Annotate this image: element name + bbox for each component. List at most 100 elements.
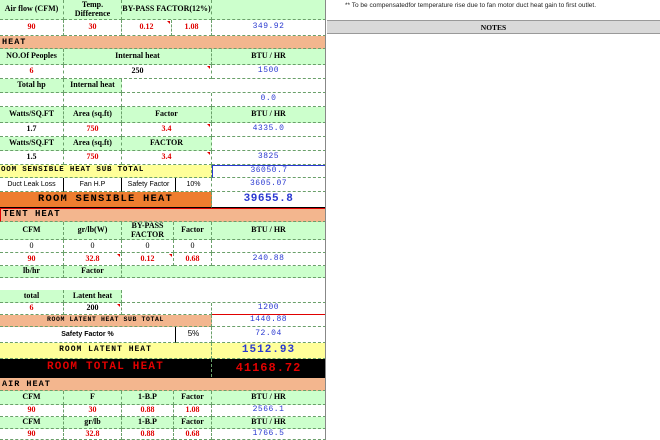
- lbhr-blank-header[interactable]: [122, 266, 325, 278]
- room-latent-label[interactable]: ROOM LATENT HEAT: [0, 343, 212, 359]
- lighting-area-header[interactable]: Area (sq.ft): [64, 107, 122, 123]
- latent-btu-value[interactable]: 240.88: [212, 253, 325, 266]
- air-btu-header[interactable]: BTU / HR: [212, 391, 325, 405]
- people-header[interactable]: NO.Of Peoples: [0, 49, 64, 65]
- temp-diff-value[interactable]: 30: [64, 20, 122, 36]
- air-factor-value[interactable]: 1.08: [174, 405, 212, 417]
- air-latent-bp-value[interactable]: 0.88: [122, 429, 174, 440]
- hp-internal-heat-value[interactable]: [64, 93, 122, 107]
- air-latent-btu-header[interactable]: BTU / HR: [212, 417, 325, 429]
- latent-safety-label[interactable]: Safety Factor %: [0, 327, 176, 343]
- latent-section-title[interactable]: TENT HEAT: [0, 208, 325, 222]
- latent-cfm-value[interactable]: 90: [0, 253, 64, 266]
- equipment-area-header[interactable]: Area (sq.ft): [64, 137, 122, 151]
- latent-zero-bypass[interactable]: 0: [122, 240, 174, 253]
- lbhr-blank-cell[interactable]: [0, 278, 325, 290]
- latent-people-count[interactable]: 6: [0, 303, 64, 315]
- lighting-btu-value[interactable]: 4335.0: [212, 123, 325, 137]
- airflow-header[interactable]: Air flow (CFM): [0, 0, 64, 20]
- latent-subtotal-label[interactable]: ROOM LATENT HEAT SUB TOTAL: [0, 315, 212, 327]
- air-cfm-value[interactable]: 90: [0, 405, 64, 417]
- people-internal-heat-value[interactable]: 250: [64, 65, 212, 79]
- latent-bypass-header[interactable]: BY-PASS FACTOR: [122, 222, 174, 240]
- equipment-area-value[interactable]: 750: [64, 151, 122, 165]
- latent-people-heat[interactable]: 200: [64, 303, 122, 315]
- people-btu-header[interactable]: BTU / HR: [212, 49, 325, 65]
- factor-value[interactable]: 1.08: [172, 20, 212, 36]
- air-latent-grlb-header[interactable]: gr/lb: [64, 417, 122, 429]
- equipment-factor-header[interactable]: FACTOR: [122, 137, 212, 151]
- air-latent-cfm-header[interactable]: CFM: [0, 417, 64, 429]
- air-latent-factor-header[interactable]: Factor: [174, 417, 212, 429]
- hp-btu-value[interactable]: 0.0: [212, 93, 325, 107]
- latent-people-blank-header[interactable]: [122, 290, 325, 303]
- duct-leak-label[interactable]: Duct Leak Loss: [0, 178, 64, 192]
- air-factor-header[interactable]: Factor: [174, 391, 212, 405]
- lbhr-header[interactable]: lb/hr: [0, 266, 64, 278]
- latent-total-header[interactable]: total: [0, 290, 64, 303]
- air-latent-btu-value[interactable]: 1766.5: [212, 429, 325, 440]
- people-internal-heat-header[interactable]: Internal heat: [64, 49, 212, 65]
- notes-header[interactable]: NOTES: [327, 20, 660, 34]
- air-bp-header[interactable]: 1-B.P: [122, 391, 174, 405]
- hp-blank-cell[interactable]: [122, 79, 325, 93]
- room-sensible-value[interactable]: 39655.8: [212, 192, 325, 208]
- lbhr-factor-header[interactable]: Factor: [64, 266, 122, 278]
- fan-hp-label[interactable]: Fan H.P: [64, 178, 122, 192]
- latent-zero-cfm[interactable]: 0: [0, 240, 64, 253]
- latent-factor-value[interactable]: 0.68: [174, 253, 212, 266]
- people-btu-value[interactable]: 1500: [212, 65, 325, 79]
- latent-people-btu[interactable]: 1200: [212, 303, 325, 315]
- latent-btu-header[interactable]: BTU / HR: [212, 222, 325, 240]
- lighting-area-value[interactable]: 750: [64, 123, 122, 137]
- lighting-watts-value[interactable]: 1.7: [0, 123, 64, 137]
- latent-bypass-value[interactable]: 0.12: [122, 253, 174, 266]
- people-count-value[interactable]: 6: [0, 65, 64, 79]
- equipment-btu-value[interactable]: 3825: [212, 151, 325, 165]
- latent-zero-factor[interactable]: 0: [174, 240, 212, 253]
- total-hp-header[interactable]: Total hp: [0, 79, 64, 93]
- safety-factor-label[interactable]: Safety Factor: [122, 178, 176, 192]
- equipment-watts-value[interactable]: 1.5: [0, 151, 64, 165]
- latent-heat-header[interactable]: Latent heat: [64, 290, 122, 303]
- air-bp-value[interactable]: 0.88: [122, 405, 174, 417]
- bypass-factor-header[interactable]: BY-PASS FACTOR(12%): [122, 0, 212, 20]
- equipment-blank-header[interactable]: [212, 137, 325, 151]
- air-f-header[interactable]: F: [64, 391, 122, 405]
- lighting-btu-header[interactable]: BTU / HR: [212, 107, 325, 123]
- latent-safety-percent[interactable]: 5%: [176, 327, 212, 343]
- duct-leak-value[interactable]: 3605.07: [212, 178, 325, 192]
- bypass-factor-value[interactable]: 0.12: [122, 20, 172, 36]
- airflow-btu-value[interactable]: 349.92: [212, 20, 325, 36]
- air-btu-value[interactable]: 2566.1: [212, 405, 325, 417]
- safety-factor-percent[interactable]: 10%: [176, 178, 212, 192]
- latent-zero-grlb[interactable]: 0: [64, 240, 122, 253]
- sensible-subtotal-label[interactable]: OOM SENSIBLE HEAT SUB TOTAL: [0, 165, 212, 178]
- heat-section-title[interactable]: HEAT: [0, 36, 325, 49]
- air-latent-factor-value[interactable]: 0.68: [174, 429, 212, 440]
- air-f-value[interactable]: 30: [64, 405, 122, 417]
- air-latent-grlb-value[interactable]: 32.8: [64, 429, 122, 440]
- blank-header-cell[interactable]: [212, 0, 325, 20]
- lighting-watts-header[interactable]: Watts/SQ.FT: [0, 107, 64, 123]
- equipment-watts-header[interactable]: Watts/SQ.FT: [0, 137, 64, 151]
- latent-grlb-header[interactable]: gr/lb(W): [64, 222, 122, 240]
- air-latent-bp-header[interactable]: 1-B.P: [122, 417, 174, 429]
- temp-diff-header[interactable]: Temp. Difference: [64, 0, 122, 20]
- latent-zero-btu[interactable]: [212, 240, 325, 253]
- hp-value[interactable]: [0, 93, 64, 107]
- hp-blank-value[interactable]: [122, 93, 212, 107]
- latent-grlb-value[interactable]: 32.8: [64, 253, 122, 266]
- room-latent-value[interactable]: 1512.93: [212, 343, 325, 359]
- latent-subtotal-value[interactable]: 1440.88: [212, 315, 325, 327]
- air-latent-cfm-value[interactable]: 90: [0, 429, 64, 440]
- air-cfm-header[interactable]: CFM: [0, 391, 64, 405]
- latent-factor-header[interactable]: Factor: [174, 222, 212, 240]
- lighting-factor-value[interactable]: 3.4: [122, 123, 212, 137]
- latent-safety-value[interactable]: 72.04: [212, 327, 325, 343]
- airflow-value[interactable]: 90: [0, 20, 64, 36]
- room-total-value[interactable]: 41168.72: [212, 359, 325, 377]
- latent-people-blank[interactable]: [122, 303, 212, 315]
- room-total-label[interactable]: ROOM TOTAL HEAT: [0, 359, 212, 377]
- hp-internal-heat-header[interactable]: Internal heat: [64, 79, 122, 93]
